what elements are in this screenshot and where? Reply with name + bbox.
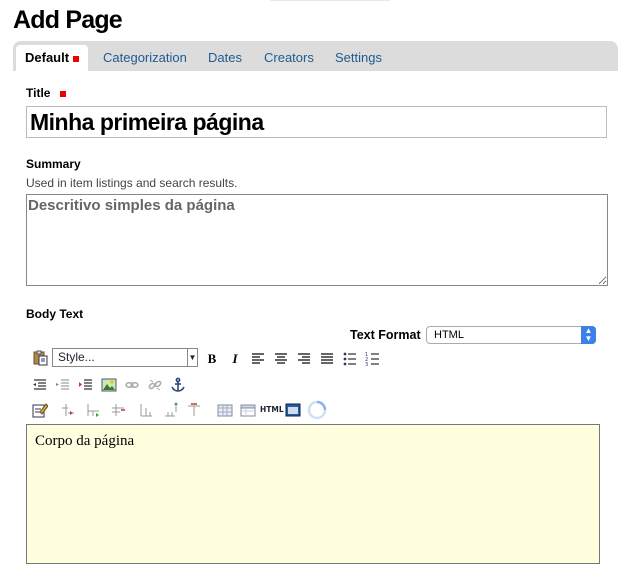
- tab-dates[interactable]: Dates: [208, 45, 242, 71]
- unlink-icon[interactable]: [147, 377, 163, 393]
- required-marker-icon: [73, 55, 80, 62]
- tab-categorization[interactable]: Categorization: [103, 45, 187, 71]
- select-arrows-icon: ▲ ▼: [581, 326, 596, 344]
- paste-icon[interactable]: [32, 350, 48, 366]
- italic-icon[interactable]: I: [227, 351, 243, 367]
- bullet-list-icon[interactable]: [342, 351, 358, 367]
- table-icon[interactable]: [217, 402, 233, 418]
- style-select-value: Style...: [58, 350, 95, 364]
- top-divider: [270, 0, 390, 1]
- table-delete-row-icon[interactable]: [110, 402, 126, 418]
- justify-icon[interactable]: [319, 351, 335, 367]
- summary-textarea[interactable]: Descritivo simples da página: [26, 194, 608, 286]
- edit-icon[interactable]: [32, 402, 48, 418]
- dropdown-arrow-icon: ▼: [187, 349, 197, 366]
- tab-creators[interactable]: Creators: [264, 45, 314, 71]
- body-text-editor[interactable]: Corpo da página: [26, 424, 600, 564]
- blockquote-icon[interactable]: [78, 377, 94, 393]
- outdent-icon[interactable]: [32, 377, 48, 393]
- summary-help: Used in item listings and search results…: [26, 176, 238, 190]
- spinner-icon: [307, 400, 327, 420]
- indent-icon[interactable]: [55, 377, 71, 393]
- tab-default-label: Default: [25, 50, 70, 65]
- svg-text:3: 3: [365, 362, 368, 367]
- text-format-value: HTML: [434, 329, 464, 341]
- anchor-icon[interactable]: [170, 377, 186, 393]
- text-format-select[interactable]: HTML ▲ ▼: [426, 326, 596, 344]
- title-input[interactable]: [26, 106, 607, 138]
- align-right-icon[interactable]: [296, 351, 312, 367]
- style-select[interactable]: Style... ▼: [52, 348, 198, 367]
- text-format-label: Text Format: [350, 328, 421, 342]
- body-text-label: Body Text: [26, 307, 84, 321]
- html-source-icon[interactable]: HTML: [260, 403, 284, 419]
- link-icon[interactable]: [124, 377, 140, 393]
- title-label-text: Title: [26, 86, 51, 100]
- summary-label: Summary: [26, 157, 81, 171]
- table-insert-row-icon[interactable]: [60, 402, 76, 418]
- required-marker-icon: [60, 90, 67, 97]
- page-title: Add Page: [13, 6, 123, 34]
- bold-icon[interactable]: B: [204, 351, 220, 367]
- tab-default[interactable]: Default: [16, 45, 89, 71]
- table-props-icon[interactable]: [240, 402, 256, 418]
- tab-bar: Default Categorization Dates Creators Se…: [13, 41, 618, 71]
- table-col-after-icon[interactable]: [163, 402, 179, 418]
- title-label: Title: [26, 86, 67, 100]
- image-icon[interactable]: [101, 377, 117, 393]
- numbered-list-icon[interactable]: 123: [365, 351, 381, 367]
- table-insert-col-icon[interactable]: [138, 402, 154, 418]
- align-center-icon[interactable]: [273, 351, 289, 367]
- tab-settings[interactable]: Settings: [335, 45, 382, 71]
- align-left-icon[interactable]: [250, 351, 266, 367]
- table-delete-col-icon[interactable]: [186, 402, 202, 418]
- fullscreen-icon[interactable]: [285, 402, 301, 418]
- table-row-after-icon[interactable]: [85, 402, 101, 418]
